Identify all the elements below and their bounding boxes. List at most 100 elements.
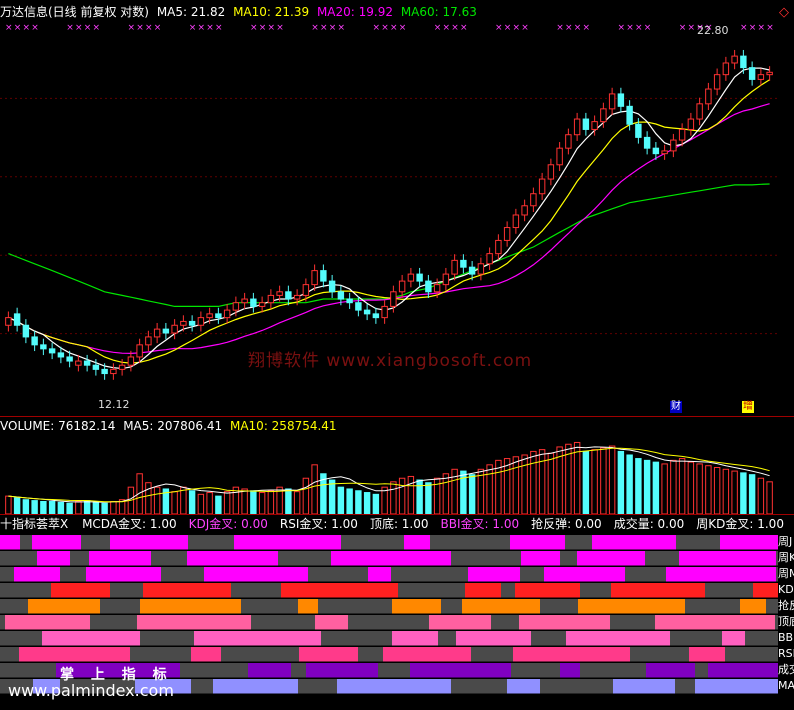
candle-body-64 xyxy=(565,134,572,149)
vol-ma10-readout: MA10: 258754.41 xyxy=(229,419,337,433)
cai-marker[interactable]: 财 xyxy=(670,401,682,413)
indicator-signal-9-5 xyxy=(613,679,675,694)
signal-marker-15: × xyxy=(136,23,144,33)
candle-body-32 xyxy=(285,291,292,300)
indicator-signal-7-0 xyxy=(19,647,130,662)
volume-bar-45 xyxy=(398,477,406,514)
volume-bar-65 xyxy=(573,441,581,514)
candle-body-36 xyxy=(320,270,327,282)
row-label-0: 周J xyxy=(778,535,793,548)
indicator-value-1: KDJ金叉: 0.00 xyxy=(188,517,268,531)
volume-chart[interactable] xyxy=(0,434,778,514)
indicator-signal-4-6 xyxy=(740,599,766,614)
indicator-signal-7-3 xyxy=(383,647,471,662)
volume-bar-11 xyxy=(101,502,108,514)
volume-bar-33 xyxy=(293,491,301,514)
indicator-signal-4-5 xyxy=(578,599,685,614)
candle-body-60 xyxy=(530,193,537,207)
volume-bar-16 xyxy=(145,482,152,514)
indicator-signal-2-3 xyxy=(368,567,391,582)
candle-body-73 xyxy=(643,136,651,149)
signal-marker-45: × xyxy=(399,23,407,33)
indicator-signal-0-7 xyxy=(720,535,778,550)
volume-bar-81 xyxy=(713,467,721,514)
indicator-name[interactable]: 十指标荟萃X xyxy=(0,517,68,531)
indicator-signal-4-1 xyxy=(140,599,241,614)
indicator-signal-0-5 xyxy=(510,535,565,550)
indicator-signal-3-6 xyxy=(753,583,778,598)
volume-bar-78 xyxy=(687,461,695,514)
volume-bar-73 xyxy=(643,459,651,514)
volume-bar-29 xyxy=(258,492,266,514)
indicator-signal-2-6 xyxy=(666,567,776,582)
indicator-signal-8-5 xyxy=(646,663,695,678)
pane-separator xyxy=(0,416,794,417)
volume-bar-35 xyxy=(311,464,318,514)
indicator-signal-5-3 xyxy=(429,615,491,630)
candle-body-69 xyxy=(608,93,616,110)
indicator-value-5: 抢反弹: 0.00 xyxy=(531,517,602,531)
signal-marker-50: × xyxy=(443,23,451,33)
candle-body-31 xyxy=(276,291,283,296)
stock-title[interactable]: 万达信息(日线 前复权 对数) xyxy=(0,5,149,19)
candle-body-1 xyxy=(13,313,21,326)
indicator-signal-6-2 xyxy=(392,631,438,646)
candle-body-4 xyxy=(40,344,47,350)
volume-bar-28 xyxy=(250,490,257,514)
indicator-signal-3-2 xyxy=(281,583,398,598)
candle-body-24 xyxy=(215,313,222,319)
indicator-signal-0-4 xyxy=(404,535,430,550)
signal-marker-36: × xyxy=(320,23,328,33)
candle-body-28 xyxy=(250,298,257,307)
signal-marker-21: × xyxy=(189,23,197,33)
volume-bar-74 xyxy=(652,461,660,514)
volume-bar-9 xyxy=(83,500,91,514)
volume-header: VOLUME: 76182.14 MA5: 207806.41 MA10: 25… xyxy=(0,418,341,434)
indicator-signal-5-5 xyxy=(655,615,775,630)
volume-bar-44 xyxy=(390,481,397,514)
candle-body-78 xyxy=(687,118,695,130)
indicator-signal-8-4 xyxy=(560,663,580,678)
indicator-signal-3-1 xyxy=(143,583,231,598)
indicator-signal-1-2 xyxy=(187,551,278,566)
volume-bar-77 xyxy=(678,458,686,514)
volume-bar-48 xyxy=(425,482,432,514)
indicator-signal-9-4 xyxy=(507,679,540,694)
low-price-label: 12.12 xyxy=(98,398,130,411)
candle-body-34 xyxy=(302,284,310,296)
indicator-signal-1-4 xyxy=(521,551,560,566)
ma20-readout: MA20: 19.92 xyxy=(316,5,393,19)
zeng-marker[interactable]: 增 xyxy=(742,401,754,413)
watermark-xiangbo: 翔博软件 www.xiangbosoft.com xyxy=(248,351,533,371)
candle-body-47 xyxy=(416,273,423,282)
volume-bar-24 xyxy=(215,495,222,514)
watermark-palmindex: www.palmindex.com xyxy=(8,681,174,700)
candle-body-71 xyxy=(626,105,633,125)
signal-marker-56: × xyxy=(495,23,503,33)
indicator-signal-4-2 xyxy=(298,599,318,614)
signal-marker-23: × xyxy=(206,23,214,33)
candle-body-56 xyxy=(495,239,502,255)
signal-marker-70: × xyxy=(618,23,626,33)
signal-marker-14: × xyxy=(128,23,136,33)
indicator-value-4: BBI金叉: 1.00 xyxy=(440,517,520,531)
candle-body-79 xyxy=(696,103,703,120)
candle-body-46 xyxy=(407,273,415,282)
candle-body-67 xyxy=(591,121,598,130)
candle-body-25 xyxy=(223,309,231,319)
ma5-readout: MA5: 21.82 xyxy=(156,5,226,19)
signal-marker-0: × xyxy=(5,23,13,33)
volume-bar-42 xyxy=(372,493,380,514)
diamond-icon[interactable]: ◇ xyxy=(779,5,789,20)
candle-body-83 xyxy=(731,55,738,64)
row-label-9: MA xyxy=(778,679,794,692)
candle-body-51 xyxy=(451,259,458,275)
candle-body-54 xyxy=(477,263,485,275)
row-label-4: 抢反 xyxy=(778,599,794,612)
candle-body-45 xyxy=(398,280,406,293)
row-label-5: 顶底 xyxy=(778,615,794,628)
signal-marker-66: × xyxy=(583,23,591,33)
volume-bar-57 xyxy=(503,458,511,514)
candle-body-81 xyxy=(713,74,721,90)
indicator-signal-0-1 xyxy=(32,535,81,550)
